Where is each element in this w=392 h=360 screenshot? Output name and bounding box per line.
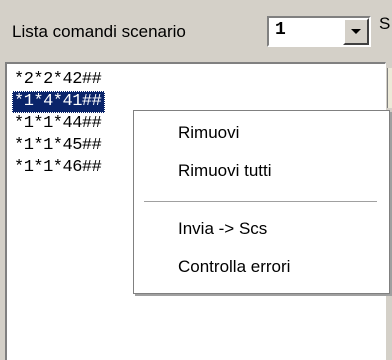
scenario-select[interactable]: 1	[267, 16, 371, 47]
list-item-selected[interactable]: *1*4*41##	[12, 91, 106, 113]
header-bar: Lista comandi scenario 1 S	[0, 0, 392, 62]
menu-item-check-errors[interactable]: Controlla errori	[178, 257, 290, 277]
list-item[interactable]: *1*1*46##	[14, 157, 102, 179]
menu-item-remove[interactable]: Rimuovi	[178, 123, 239, 143]
scenario-list-label: Lista comandi scenario	[12, 22, 186, 41]
chevron-down-icon	[351, 29, 361, 34]
scenario-select-value: 1	[275, 20, 286, 40]
dropdown-button[interactable]	[343, 18, 369, 45]
menu-item-send-scs[interactable]: Invia -> Scs	[178, 219, 267, 239]
cut-off-label: S	[379, 14, 391, 33]
menu-item-remove-all[interactable]: Rimuovi tutti	[178, 161, 272, 181]
context-menu: Rimuovi Rimuovi tutti Invia -> Scs Contr…	[133, 110, 390, 294]
right-panel-button[interactable]	[387, 68, 392, 108]
list-item[interactable]: *1*1*45##	[14, 135, 102, 157]
list-item[interactable]: *2*2*42##	[14, 69, 102, 91]
list-item[interactable]: *1*1*44##	[14, 113, 102, 135]
menu-separator	[144, 201, 377, 202]
